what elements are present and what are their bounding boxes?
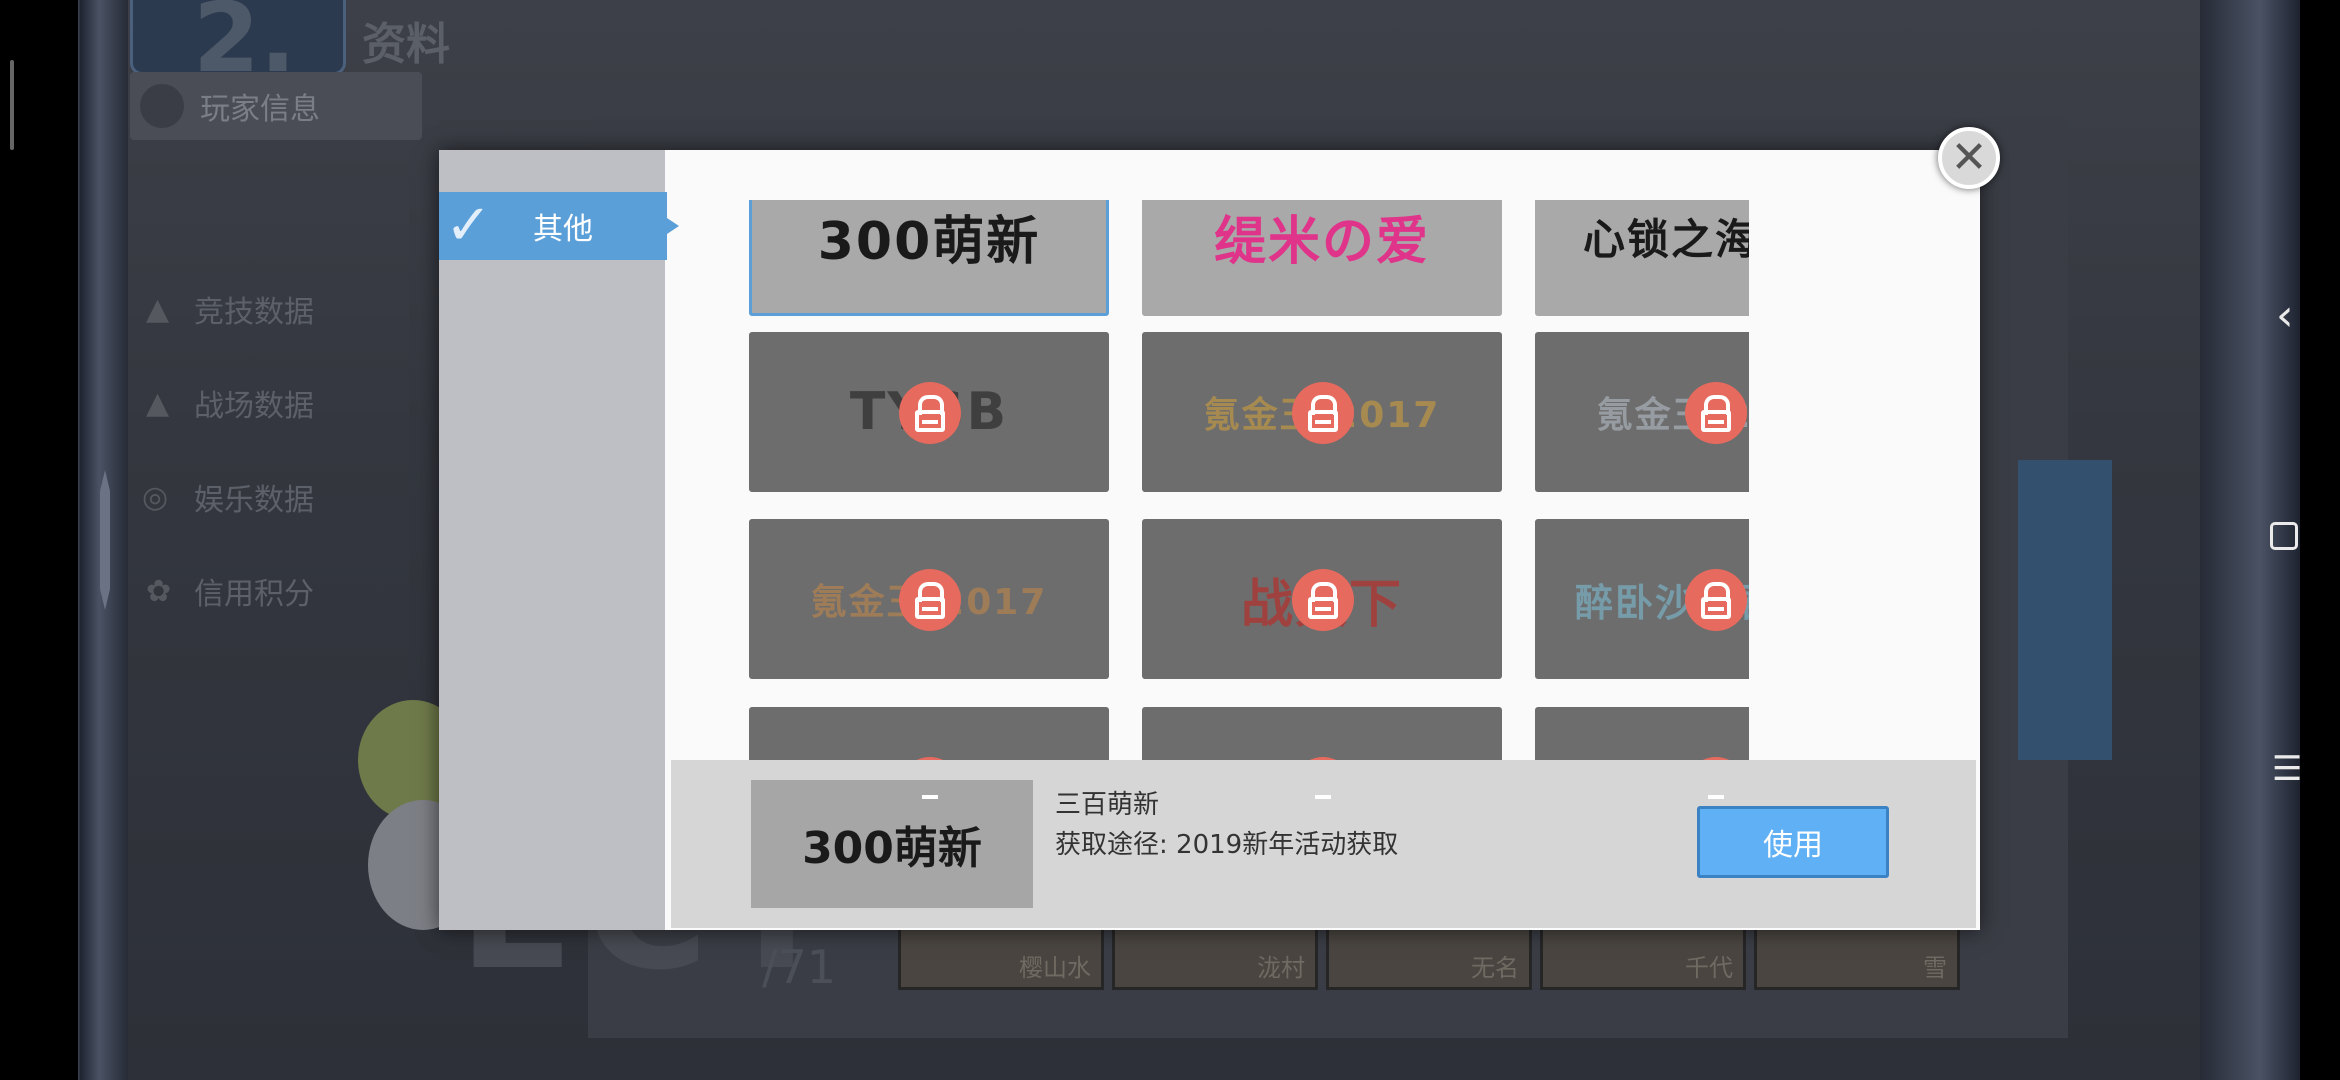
gamepad-icon: ◎ [142,479,169,515]
badge-item[interactable]: 缇米の爱 [1142,200,1502,316]
lock-icon [1292,569,1354,631]
menu-lines-icon[interactable]: ☰ [2272,752,2302,786]
triangle-icon: ▲ [146,385,170,421]
badge-item[interactable]: 心锁之海之证 [1535,200,1749,316]
badge-item[interactable]: TYSB [749,332,1109,492]
hero-count: /71 [762,940,837,994]
menu-battlefield-data[interactable]: ▲ 战场数据 [128,356,348,450]
use-button[interactable]: 使用 [1697,806,1889,878]
badge-item[interactable]: 氪金王 2017 [749,519,1109,679]
badge-grid[interactable]: 300萌新 缇米の爱 心锁之海之证 TYSB 氪金王 2017 氪金王 2017… [749,200,1749,812]
badge-item[interactable]: 氪金王 2017 [1535,332,1749,492]
category-column [439,150,665,930]
menu-player-info[interactable]: 玩家信息 [130,72,422,140]
badge-dialog: ✓ 其他 300萌新 缇米の爱 心锁之海之证 TYSB 氪金王 2017 氪金王… [439,150,1980,930]
badge-item[interactable]: 氪金王 2017 [1142,332,1502,492]
badge-source: 获取途径: 2019新年活动获取 [1055,830,1399,860]
badge-detail-panel: 300萌新 三百萌新 获取途径: 2019新年活动获取 使用 [671,760,1976,928]
player-card-icon [140,84,184,128]
square-icon[interactable] [2270,522,2298,550]
menu-fun-data[interactable]: ◎ 娱乐数据 [128,450,348,544]
badge-name: 三百萌新 [1055,790,1160,820]
badge-item[interactable]: 300萌新 [749,200,1109,316]
badge-thumbnail: 300萌新 [751,780,1033,908]
lock-icon [899,382,961,444]
level-card: 2. [130,0,346,94]
menu-credit-score[interactable]: ✿ 信用积分 [128,544,348,638]
medal-icon: ✿ [146,573,172,609]
badge-item[interactable]: 醉卧沙场君莫笑 [1535,519,1749,679]
chevron-left-icon[interactable]: ‹ [2276,294,2294,338]
page-title: 资料 [362,19,450,70]
left-edge [0,0,128,1080]
lock-icon [1685,382,1747,444]
right-edge: ‹ ☰ [2200,0,2340,1080]
menu-arena-data[interactable]: ▲ 竞技数据 [128,262,348,356]
lock-icon [1292,382,1354,444]
edge-handle [10,60,14,150]
lock-icon [1685,569,1747,631]
blue-banner [2018,460,2112,760]
triangle-icon: ▲ [146,291,170,327]
lock-icon [899,569,961,631]
badge-item[interactable]: 战天下 [1142,519,1502,679]
checkmark-icon: ✓ [445,193,492,258]
close-x-icon[interactable]: ✕ [1938,127,2000,189]
tab-other[interactable]: ✓ 其他 [439,192,679,260]
